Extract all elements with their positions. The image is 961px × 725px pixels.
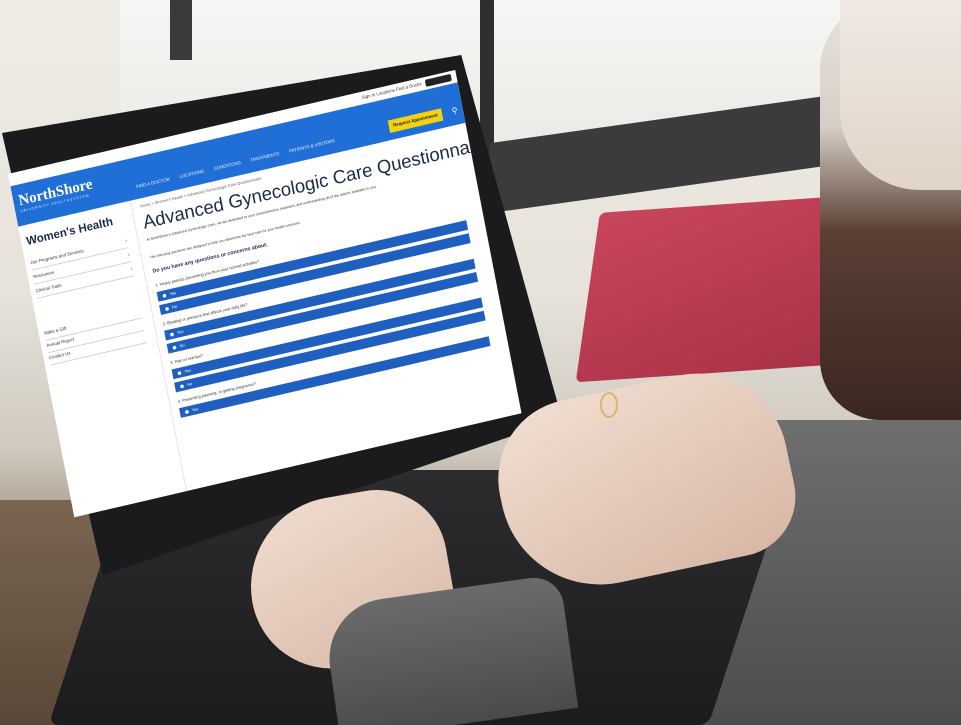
chevron-right-icon: ›: [130, 266, 133, 273]
chevron-right-icon: ›: [124, 238, 128, 245]
radio-icon: [184, 409, 189, 414]
person-face: [840, 0, 961, 190]
radio-icon: [169, 332, 175, 337]
nav-link[interactable]: PATIENTS & VISITORS: [289, 139, 336, 155]
radio-icon: [162, 293, 167, 298]
nav-link[interactable]: LOCATIONS: [179, 169, 205, 180]
radio-icon: [172, 345, 177, 350]
ring: [600, 392, 618, 418]
search-icon[interactable]: ⚲: [451, 106, 459, 117]
photo-scene: Sign In Locations Find a Doctor FIND A D…: [0, 0, 961, 725]
radio-icon: [177, 370, 182, 376]
laptop-screen: Sign In Locations Find a Doctor FIND A D…: [8, 62, 548, 557]
window-frame: [170, 0, 192, 60]
radio-icon: [164, 306, 170, 311]
webpage: Sign In Locations Find a Doctor FIND A D…: [8, 70, 522, 518]
nav-link[interactable]: TREATMENTS: [250, 151, 280, 163]
nav-link[interactable]: CONDITIONS: [213, 160, 241, 172]
chevron-right-icon: ›: [127, 252, 131, 259]
nav-link[interactable]: FIND A DOCTOR: [136, 177, 170, 190]
radio-icon: [179, 384, 185, 389]
